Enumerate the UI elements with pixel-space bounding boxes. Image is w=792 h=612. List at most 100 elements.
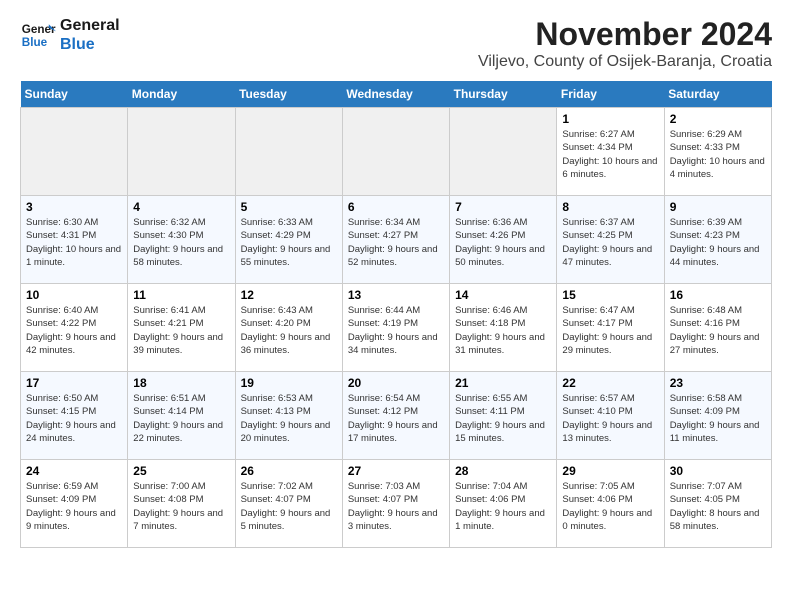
calendar-cell: 25Sunrise: 7:00 AM Sunset: 4:08 PM Dayli… [128, 460, 235, 548]
logo: General Blue General Blue [20, 16, 120, 54]
day-info: Sunrise: 7:05 AM Sunset: 4:06 PM Dayligh… [562, 480, 658, 533]
calendar-cell: 14 Sunrise: 6:46 AM Sunset: 4:18 PM Dayli… [450, 284, 557, 372]
calendar-week-row: 17 Sunrise: 6:50 AM Sunset: 4:15 PM Dayli… [21, 372, 772, 460]
calendar-cell: 1Sunrise: 6:27 AM Sunset: 4:34 PM Daylig… [557, 108, 664, 196]
calendar-cell: 3 Sunrise: 6:30 AM Sunset: 4:31 PM Daylig… [21, 196, 128, 284]
calendar-cell: 27 Sunrise: 7:03 AM Sunset: 4:07 PM Dayli… [342, 460, 449, 548]
calendar-cell: 28 Sunrise: 7:04 AM Sunset: 4:06 PM Dayli… [450, 460, 557, 548]
day-info: Sunrise: 6:40 AM Sunset: 4:22 PM Dayligh… [26, 304, 122, 357]
calendar-cell: 10 Sunrise: 6:40 AM Sunset: 4:22 PM Dayli… [21, 284, 128, 372]
location-title: Viljevo, County of Osijek-Baranja, Croat… [478, 53, 772, 71]
calendar-cell: 12Sunrise: 6:43 AM Sunset: 4:20 PM Dayli… [235, 284, 342, 372]
page-header: General Blue General Blue November 2024 … [20, 16, 772, 71]
calendar-cell: 22Sunrise: 6:57 AM Sunset: 4:10 PM Dayli… [557, 372, 664, 460]
day-number: 14 [455, 288, 551, 302]
day-number: 6 [348, 200, 444, 214]
day-number: 25 [133, 464, 229, 478]
day-number: 5 [241, 200, 337, 214]
day-number: 13 [348, 288, 444, 302]
calendar-cell [128, 108, 235, 196]
day-number: 17 [26, 376, 122, 390]
day-info: Sunrise: 6:51 AM Sunset: 4:14 PM Dayligh… [133, 392, 229, 445]
calendar-cell [450, 108, 557, 196]
day-info: Sunrise: 6:43 AM Sunset: 4:20 PM Dayligh… [241, 304, 337, 357]
day-number: 15 [562, 288, 658, 302]
day-number: 2 [670, 112, 766, 126]
calendar-week-row: 10 Sunrise: 6:40 AM Sunset: 4:22 PM Dayli… [21, 284, 772, 372]
day-number: 3 [26, 200, 122, 214]
day-info: Sunrise: 6:36 AM Sunset: 4:26 PM Dayligh… [455, 216, 551, 269]
day-number: 28 [455, 464, 551, 478]
day-info: Sunrise: 6:34 AM Sunset: 4:27 PM Dayligh… [348, 216, 444, 269]
calendar-cell: 16 Sunrise: 6:48 AM Sunset: 4:16 PM Dayli… [664, 284, 771, 372]
calendar-cell: 7 Sunrise: 6:36 AM Sunset: 4:26 PM Daylig… [450, 196, 557, 284]
day-info: Sunrise: 7:02 AM Sunset: 4:07 PM Dayligh… [241, 480, 337, 533]
day-info: Sunrise: 6:39 AM Sunset: 4:23 PM Dayligh… [670, 216, 766, 269]
svg-text:Blue: Blue [22, 36, 48, 49]
svg-text:General: General [22, 23, 56, 36]
calendar-cell: 18 Sunrise: 6:51 AM Sunset: 4:14 PM Dayli… [128, 372, 235, 460]
day-number: 24 [26, 464, 122, 478]
month-title: November 2024 [478, 16, 772, 53]
weekday-header-thursday: Thursday [450, 81, 557, 108]
calendar-cell: 20 Sunrise: 6:54 AM Sunset: 4:12 PM Dayli… [342, 372, 449, 460]
day-info: Sunrise: 6:54 AM Sunset: 4:12 PM Dayligh… [348, 392, 444, 445]
calendar-table: SundayMondayTuesdayWednesdayThursdayFrid… [20, 81, 772, 548]
calendar-cell: 8Sunrise: 6:37 AM Sunset: 4:25 PM Daylig… [557, 196, 664, 284]
weekday-header-friday: Friday [557, 81, 664, 108]
day-info: Sunrise: 6:32 AM Sunset: 4:30 PM Dayligh… [133, 216, 229, 269]
calendar-cell: 24Sunrise: 6:59 AM Sunset: 4:09 PM Dayli… [21, 460, 128, 548]
calendar-header-row: SundayMondayTuesdayWednesdayThursdayFrid… [21, 81, 772, 108]
day-number: 26 [241, 464, 337, 478]
day-number: 29 [562, 464, 658, 478]
calendar-cell: 11Sunrise: 6:41 AM Sunset: 4:21 PM Dayli… [128, 284, 235, 372]
day-number: 16 [670, 288, 766, 302]
day-number: 27 [348, 464, 444, 478]
calendar-cell: 13 Sunrise: 6:44 AM Sunset: 4:19 PM Dayli… [342, 284, 449, 372]
day-number: 18 [133, 376, 229, 390]
calendar-cell: 2 Sunrise: 6:29 AM Sunset: 4:33 PM Daylig… [664, 108, 771, 196]
calendar-cell: 21Sunrise: 6:55 AM Sunset: 4:11 PM Dayli… [450, 372, 557, 460]
calendar-cell: 29 Sunrise: 7:05 AM Sunset: 4:06 PM Dayli… [557, 460, 664, 548]
day-info: Sunrise: 6:58 AM Sunset: 4:09 PM Dayligh… [670, 392, 766, 445]
day-number: 22 [562, 376, 658, 390]
weekday-header-monday: Monday [128, 81, 235, 108]
day-info: Sunrise: 6:50 AM Sunset: 4:15 PM Dayligh… [26, 392, 122, 445]
calendar-cell: 5 Sunrise: 6:33 AM Sunset: 4:29 PM Daylig… [235, 196, 342, 284]
weekday-header-tuesday: Tuesday [235, 81, 342, 108]
day-number: 23 [670, 376, 766, 390]
day-info: Sunrise: 6:29 AM Sunset: 4:33 PM Dayligh… [670, 128, 766, 181]
day-number: 21 [455, 376, 551, 390]
calendar-cell [342, 108, 449, 196]
logo-icon: General Blue [20, 17, 56, 53]
calendar-cell [235, 108, 342, 196]
title-area: November 2024 Viljevo, County of Osijek-… [478, 16, 772, 71]
calendar-cell: 23 Sunrise: 6:58 AM Sunset: 4:09 PM Dayli… [664, 372, 771, 460]
day-number: 11 [133, 288, 229, 302]
day-info: Sunrise: 6:33 AM Sunset: 4:29 PM Dayligh… [241, 216, 337, 269]
day-info: Sunrise: 6:48 AM Sunset: 4:16 PM Dayligh… [670, 304, 766, 357]
day-number: 8 [562, 200, 658, 214]
day-info: Sunrise: 6:47 AM Sunset: 4:17 PM Dayligh… [562, 304, 658, 357]
day-info: Sunrise: 6:46 AM Sunset: 4:18 PM Dayligh… [455, 304, 551, 357]
calendar-week-row: 3 Sunrise: 6:30 AM Sunset: 4:31 PM Daylig… [21, 196, 772, 284]
day-info: Sunrise: 6:30 AM Sunset: 4:31 PM Dayligh… [26, 216, 122, 269]
day-info: Sunrise: 7:03 AM Sunset: 4:07 PM Dayligh… [348, 480, 444, 533]
day-info: Sunrise: 6:44 AM Sunset: 4:19 PM Dayligh… [348, 304, 444, 357]
day-number: 1 [562, 112, 658, 126]
day-number: 19 [241, 376, 337, 390]
day-number: 7 [455, 200, 551, 214]
weekday-header-saturday: Saturday [664, 81, 771, 108]
calendar-cell: 17 Sunrise: 6:50 AM Sunset: 4:15 PM Dayli… [21, 372, 128, 460]
weekday-header-wednesday: Wednesday [342, 81, 449, 108]
day-number: 20 [348, 376, 444, 390]
calendar-cell: 6 Sunrise: 6:34 AM Sunset: 4:27 PM Daylig… [342, 196, 449, 284]
calendar-cell: 9Sunrise: 6:39 AM Sunset: 4:23 PM Daylig… [664, 196, 771, 284]
calendar-cell: 30Sunrise: 7:07 AM Sunset: 4:05 PM Dayli… [664, 460, 771, 548]
day-info: Sunrise: 7:04 AM Sunset: 4:06 PM Dayligh… [455, 480, 551, 533]
day-number: 10 [26, 288, 122, 302]
weekday-header-sunday: Sunday [21, 81, 128, 108]
day-number: 30 [670, 464, 766, 478]
calendar-week-row: 24Sunrise: 6:59 AM Sunset: 4:09 PM Dayli… [21, 460, 772, 548]
calendar-cell: 4Sunrise: 6:32 AM Sunset: 4:30 PM Daylig… [128, 196, 235, 284]
